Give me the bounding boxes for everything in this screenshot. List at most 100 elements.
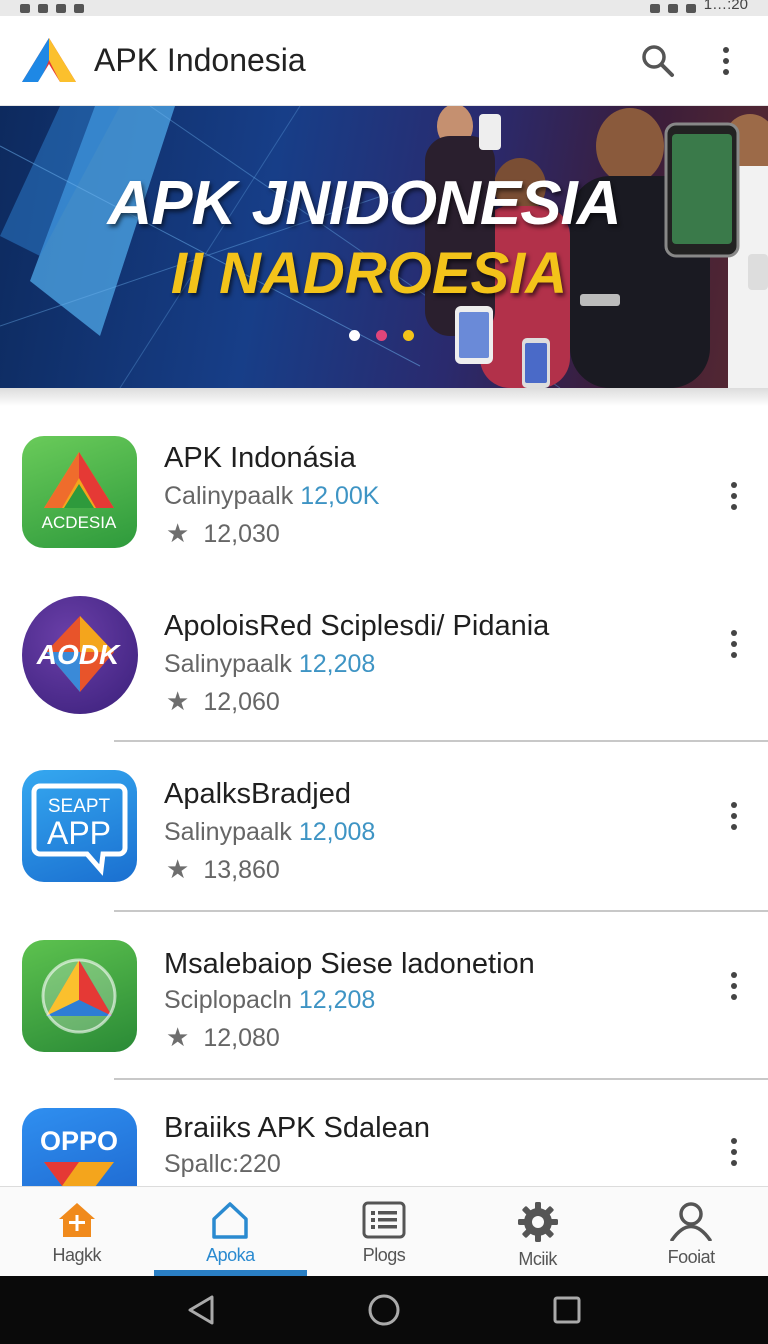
app-publisher: Sciplopacln xyxy=(164,986,292,1014)
signal-icon xyxy=(667,3,678,13)
download-count: 12,208 xyxy=(298,650,376,678)
app-subtitle: Spallc:220 xyxy=(164,1150,281,1179)
bottom-navigation: Hagkk Apoka Plogs Mciik Fooiat xyxy=(0,1186,768,1276)
star-icon: ★ xyxy=(166,1022,190,1052)
download-count: 12,008 xyxy=(298,818,376,846)
more-vert-icon xyxy=(731,630,737,658)
download-count: 12,00K xyxy=(300,482,380,510)
list-divider xyxy=(114,740,768,742)
rating-count: 12,080 xyxy=(203,1024,280,1052)
home-circle-icon[interactable] xyxy=(367,1293,401,1327)
more-vert-icon xyxy=(731,802,737,830)
download-count: 12,208 xyxy=(298,986,376,1014)
more-vert-icon xyxy=(723,46,729,75)
nav-label: Mciik xyxy=(518,1249,557,1269)
carousel-indicator[interactable] xyxy=(349,330,414,341)
rating-count: 12,060 xyxy=(203,688,280,716)
app-publisher: Spallc:220 xyxy=(164,1150,281,1178)
oppo-logo-icon: OPPO xyxy=(40,1126,118,1186)
app-title[interactable]: APK Indonásia xyxy=(164,442,356,475)
app-icon-text: SEAPT xyxy=(48,796,111,817)
list-item[interactable]: Msalebaiop Siese ladonetion Sciplopacln … xyxy=(0,932,768,1100)
app-subtitle: Salinypaalk 12,208 xyxy=(164,650,375,679)
app-subtitle: Salinypaalk 12,008 xyxy=(164,818,375,847)
item-more-button[interactable] xyxy=(722,964,746,1008)
search-button[interactable] xyxy=(636,39,680,83)
banner-subheadline: II NADROESIA xyxy=(170,241,568,306)
item-more-button[interactable] xyxy=(722,794,746,838)
nav-item-apps[interactable]: Apoka xyxy=(153,1187,308,1276)
app-rating: ★ 12,080 xyxy=(166,1022,280,1053)
chat-bubble-logo-icon: SEAPT APP xyxy=(31,783,128,876)
notification-icon xyxy=(56,3,66,13)
app-logo-icon xyxy=(22,37,76,82)
app-publisher: Salinypaalk xyxy=(164,818,292,846)
list-item[interactable]: SEAPT APP ApalksBradjed Salinypaalk 12,0… xyxy=(0,762,768,930)
app-rating: ★ 13,860 xyxy=(166,854,280,885)
notification-icon xyxy=(38,3,48,13)
wifi-icon xyxy=(649,3,660,13)
app-title[interactable]: Braiiks APK Sdalean xyxy=(164,1112,430,1145)
app-icon-text: ACDESIA xyxy=(42,513,117,532)
list-item[interactable]: AODK ApoloisRed Sciplesdi/ Pidania Salin… xyxy=(0,594,768,762)
app-bar: APK Indonesia xyxy=(0,16,768,106)
app-publisher: Salinypaalk xyxy=(164,650,292,678)
item-more-button[interactable] xyxy=(722,622,746,666)
app-subtitle: Sciplopacln 12,208 xyxy=(164,986,375,1015)
app-subtitle: Calinypaalk 12,00K xyxy=(164,482,379,511)
rating-count: 13,860 xyxy=(203,856,280,884)
app-icon: OPPO xyxy=(22,1108,137,1186)
app-icon: AODK xyxy=(22,596,138,714)
overflow-menu-button[interactable] xyxy=(704,39,748,83)
nav-item-profile[interactable]: Fooiat xyxy=(614,1187,768,1276)
app-title[interactable]: ApalksBradjed xyxy=(164,778,351,811)
home-outline-icon xyxy=(212,1202,249,1239)
star-icon: ★ xyxy=(166,854,190,884)
gear-icon xyxy=(517,1202,558,1242)
list-item[interactable]: ACDESIA APK Indonásia Calinypaalk 12,00K… xyxy=(0,426,768,594)
triangle-logo-icon: ACDESIA xyxy=(42,452,117,532)
more-vert-icon xyxy=(731,1138,737,1166)
carousel-dot[interactable] xyxy=(349,330,360,341)
battery-icon xyxy=(685,3,696,13)
app-icon: ACDESIA xyxy=(22,436,137,548)
item-more-button[interactable] xyxy=(722,1130,746,1174)
item-more-button[interactable] xyxy=(722,474,746,518)
app-rating: ★ 12,060 xyxy=(166,686,280,717)
list-item[interactable]: OPPO Braiiks APK Sdalean Spallc:220 xyxy=(0,1100,768,1186)
more-vert-icon xyxy=(731,482,737,510)
back-icon[interactable] xyxy=(186,1294,216,1326)
app-publisher: Calinypaalk xyxy=(164,482,294,510)
banner-shadow xyxy=(0,388,768,406)
carousel-dot[interactable] xyxy=(403,330,414,341)
list-divider xyxy=(114,1078,768,1080)
more-vert-icon xyxy=(731,972,737,1000)
nav-label: Fooiat xyxy=(667,1247,716,1267)
status-bar: 1…:20 xyxy=(0,0,768,16)
nav-label: Hagkk xyxy=(52,1245,102,1265)
app-rating: ★ 12,030 xyxy=(166,518,280,549)
app-icon-text: OPPO xyxy=(40,1126,118,1156)
app-title[interactable]: Msalebaiop Siese ladonetion xyxy=(164,948,535,981)
diamond-logo-icon: AODK xyxy=(36,616,121,692)
app-list: ACDESIA APK Indonásia Calinypaalk 12,00K… xyxy=(0,406,768,1186)
recents-icon[interactable] xyxy=(552,1295,582,1325)
app-title[interactable]: ApoloisRed Sciplesdi/ Pidania xyxy=(164,610,549,643)
list-divider xyxy=(114,910,768,912)
nav-item-plogs[interactable]: Plogs xyxy=(307,1187,461,1276)
app-icon-text-2: APP xyxy=(47,815,111,851)
banner-headline: APK JNIDONESIA xyxy=(107,169,621,238)
status-icons-right: 1…:20 xyxy=(649,0,748,13)
color-triangle-logo-icon xyxy=(41,958,117,1034)
promo-banner[interactable]: APK JNIDONESIA II NADROESIA xyxy=(0,106,768,388)
app-icon xyxy=(22,940,137,1052)
nav-label: Apoka xyxy=(206,1245,255,1265)
system-navigation-bar xyxy=(0,1276,768,1344)
star-icon: ★ xyxy=(166,518,190,548)
carousel-dot[interactable] xyxy=(376,330,387,341)
status-icons-left xyxy=(20,3,84,13)
nav-item-home[interactable]: Hagkk xyxy=(0,1187,154,1276)
notification-icon xyxy=(20,3,30,13)
nav-item-settings[interactable]: Mciik xyxy=(461,1187,615,1276)
nav-label: Plogs xyxy=(362,1245,406,1265)
